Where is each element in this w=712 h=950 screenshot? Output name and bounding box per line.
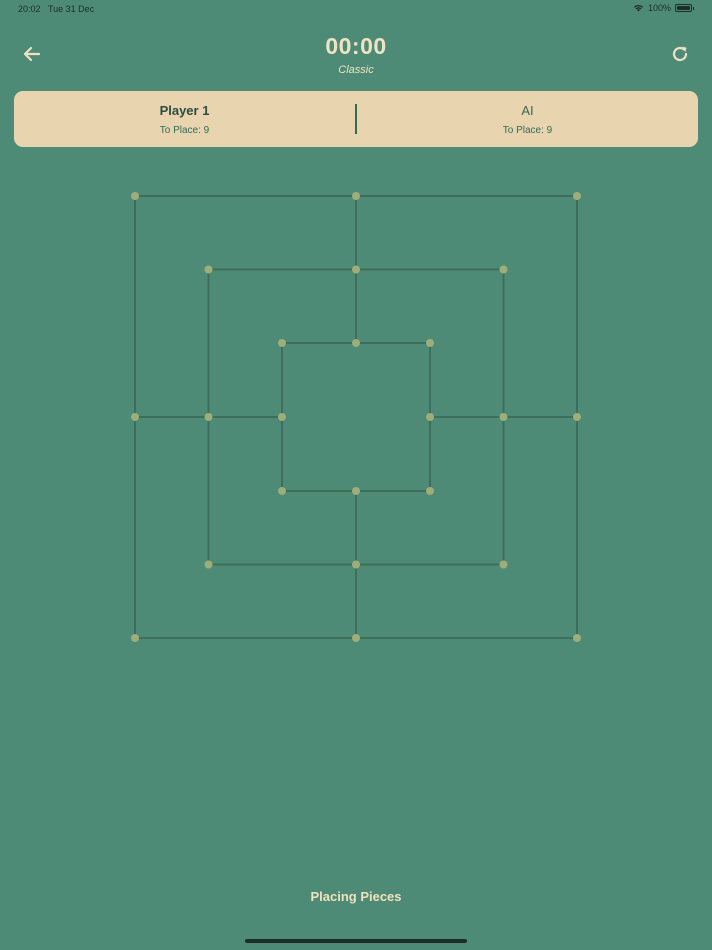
board-point-r2-p2[interactable] xyxy=(426,339,434,347)
board-point-r2-p6[interactable] xyxy=(278,487,286,495)
board-point-r1-p4[interactable] xyxy=(499,560,508,569)
board-ring-2 xyxy=(281,342,431,492)
board-point-r0-p3[interactable] xyxy=(573,413,581,421)
board-point-r2-p0[interactable] xyxy=(278,339,286,347)
board-point-r2-p1[interactable] xyxy=(352,339,360,347)
board-point-r1-p2[interactable] xyxy=(499,265,508,274)
board-point-r0-p4[interactable] xyxy=(573,634,581,642)
board-point-r2-p3[interactable] xyxy=(426,413,434,421)
board-point-r1-p5[interactable] xyxy=(352,560,360,569)
board-point-r1-p3[interactable] xyxy=(499,413,508,421)
phase-label: Placing Pieces xyxy=(310,889,402,904)
game-screen: 20:02 Tue 31 Dec 100% 00:00 Classic Play… xyxy=(0,0,712,950)
board-point-r1-p1[interactable] xyxy=(352,265,360,274)
home-indicator[interactable] xyxy=(245,939,467,943)
board-point-r1-p6[interactable] xyxy=(204,560,213,569)
board-point-r2-p5[interactable] xyxy=(352,487,360,495)
board-point-r0-p0[interactable] xyxy=(131,192,139,200)
board-point-r0-p1[interactable] xyxy=(352,192,360,200)
board-point-r2-p4[interactable] xyxy=(426,487,434,495)
board-point-r0-p5[interactable] xyxy=(352,634,360,642)
board-point-r0-p6[interactable] xyxy=(131,634,139,642)
board-point-r1-p7[interactable] xyxy=(204,413,213,421)
board-point-r2-p7[interactable] xyxy=(278,413,286,421)
board-point-r0-p2[interactable] xyxy=(573,192,581,200)
board-point-r1-p0[interactable] xyxy=(204,265,213,274)
board-point-r0-p7[interactable] xyxy=(131,413,139,421)
game-board xyxy=(131,192,581,642)
